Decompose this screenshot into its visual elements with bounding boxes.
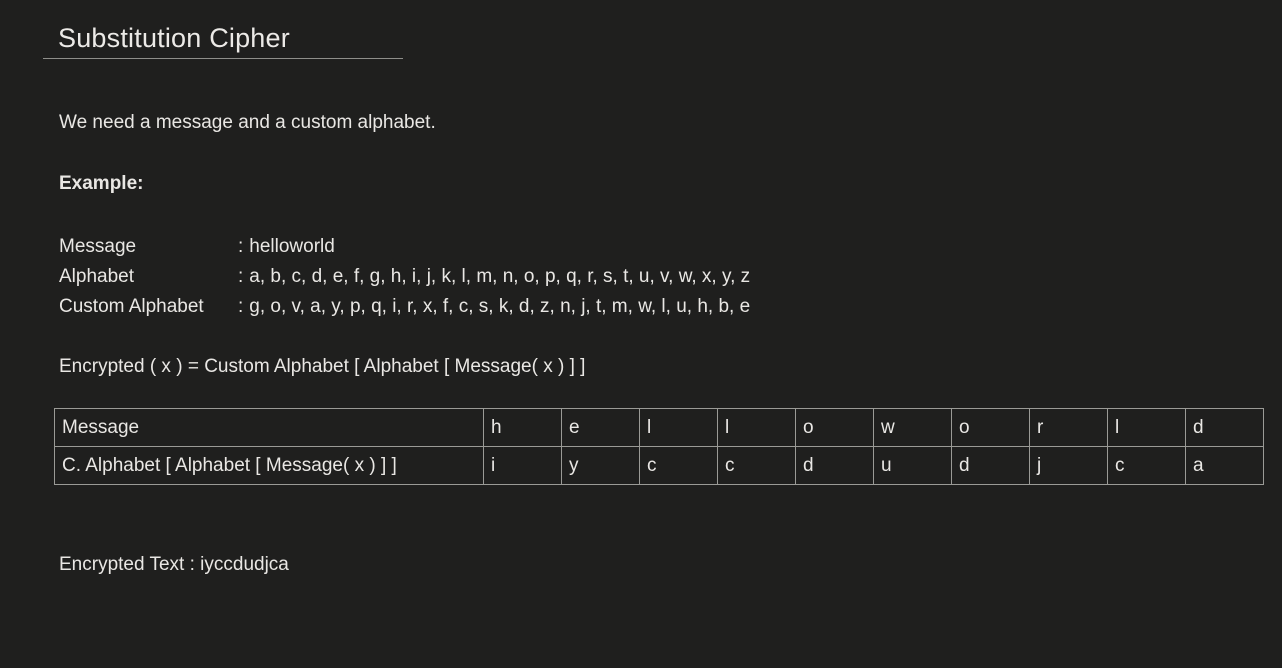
message-letter-cell: e [561,408,640,447]
definition-separator-message: : [238,236,244,257]
message-letter-cell: o [951,408,1030,447]
intro-text: We need a message and a custom alphabet. [59,112,436,133]
row-label-message: Message [54,408,484,447]
definition-separator-custom-alphabet: : [238,296,244,317]
definition-row-alphabet: Alphabet : a, b, c, d, e, f, g, h, i, j,… [59,262,750,292]
message-letter-cell: r [1029,408,1108,447]
table-row: C. Alphabet [ Alphabet [ Message( x ) ] … [54,446,1264,485]
definition-value-message: helloworld [249,236,335,257]
cipher-letter-cell: j [1029,446,1108,485]
cipher-letter-cell: c [639,446,718,485]
cipher-letter-cell: u [873,446,952,485]
message-letter-cell: l [717,408,796,447]
encryption-formula: Encrypted ( x ) = Custom Alphabet [ Alph… [59,356,586,377]
definition-label-custom-alphabet: Custom Alphabet [59,296,204,317]
definition-separator-alphabet: : [238,266,244,287]
row-label-custom-alphabet: C. Alphabet [ Alphabet [ Message( x ) ] … [54,446,484,485]
definition-value-custom-alphabet: g, o, v, a, y, p, q, i, r, x, f, c, s, k… [249,296,751,317]
definition-row-custom-alphabet: Custom Alphabet : g, o, v, a, y, p, q, i… [59,292,750,322]
title-underline-divider [43,58,403,59]
cipher-letter-cell: c [717,446,796,485]
definition-row-message: Message : helloworld [59,232,750,262]
cipher-letter-cell: d [795,446,874,485]
cipher-letter-cell: c [1107,446,1186,485]
slide-canvas: { "slide": { "title": "Substitution Ciph… [0,0,1282,668]
definition-list: Message : helloworld Alphabet : a, b, c,… [59,232,750,322]
cipher-letter-cell: i [483,446,562,485]
cipher-letter-cell: d [951,446,1030,485]
message-letter-cell: w [873,408,952,447]
message-letter-cell: d [1185,408,1264,447]
definition-label-alphabet: Alphabet [59,266,135,287]
message-letter-cell: h [483,408,562,447]
table-row: Message h e l l o w o r l d [54,408,1264,447]
message-letter-cell: o [795,408,874,447]
encrypted-text-result: Encrypted Text : iyccdudjca [59,554,289,575]
cipher-mapping-table: Message h e l l o w o r l d C. Alphabet … [54,408,1264,485]
example-heading: Example: [59,173,144,194]
page-title: Substitution Cipher [58,23,290,53]
definition-value-alphabet: a, b, c, d, e, f, g, h, i, j, k, l, m, n… [249,266,751,287]
message-letter-cell: l [639,408,718,447]
message-letter-cell: l [1107,408,1186,447]
cipher-letter-cell: a [1185,446,1264,485]
definition-label-message: Message [59,236,137,257]
cipher-letter-cell: y [561,446,640,485]
